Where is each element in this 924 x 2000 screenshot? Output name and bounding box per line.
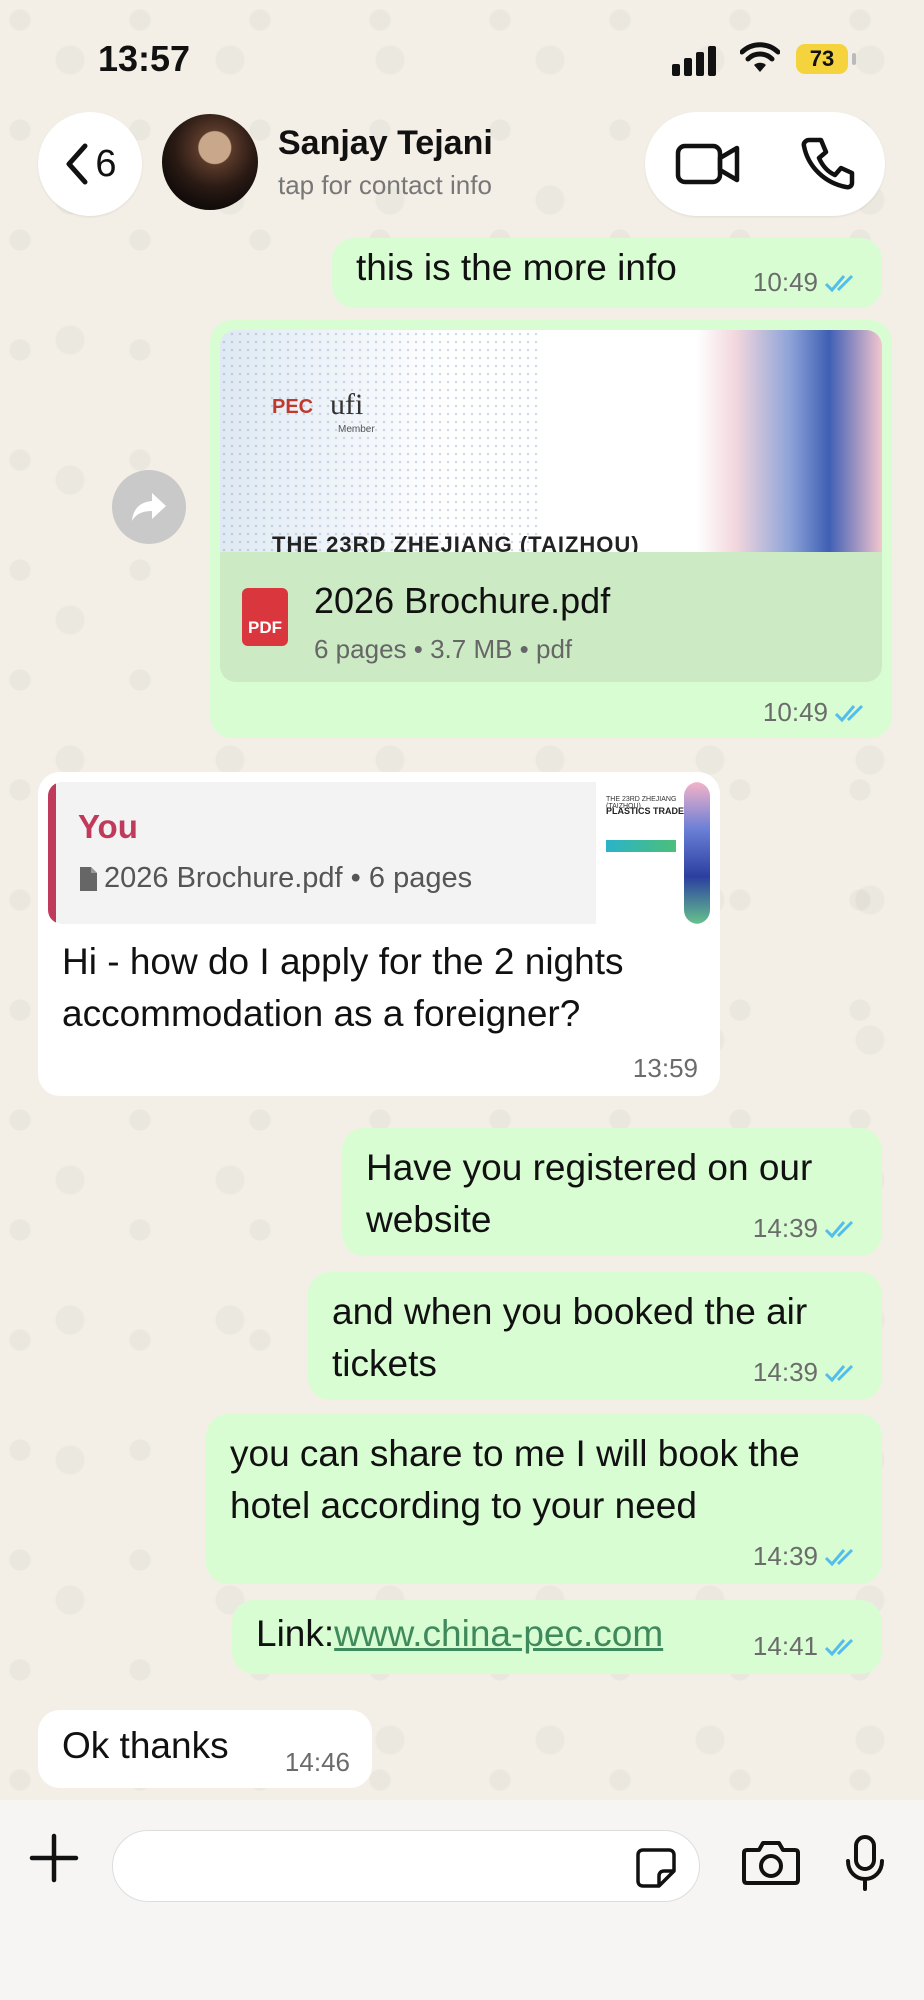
message-time: 10:49: [752, 267, 818, 297]
message-text-line-1: Have you registered on our: [366, 1147, 813, 1188]
message-text-line-1: you can share to me I will book the: [230, 1433, 800, 1474]
wifi-icon: [740, 42, 780, 72]
double-check-icon: [824, 1548, 854, 1566]
message-bubble-outgoing[interactable]: this is the more info 10:49: [332, 238, 882, 308]
preview-pattern: [220, 330, 540, 552]
message-bubble-incoming[interactable]: Ok thanks 14:46: [38, 1710, 372, 1788]
document-message[interactable]: PEC ufi Member THE 23RD ZHEJIANG (TAIZHO…: [210, 320, 892, 738]
message-text-line-2: accommodation as a foreigner?: [62, 993, 581, 1034]
message-time: 14:39: [752, 1541, 818, 1571]
document-icon: [80, 866, 97, 891]
message-input[interactable]: [112, 1830, 700, 1902]
camera-icon[interactable]: [742, 1838, 800, 1886]
phone-icon[interactable]: [801, 136, 855, 190]
quote-thumbnail: THE 23RD ZHEJIANG (TAIZHOU) PLASTICS TRA…: [596, 782, 710, 924]
microphone-icon[interactable]: [844, 1834, 886, 1892]
forward-arrow-icon: [132, 493, 166, 521]
status-time: 13:57: [98, 38, 191, 79]
message-text: this is the more info: [356, 247, 677, 288]
contact-name[interactable]: Sanjay Tejani: [278, 124, 493, 163]
message-meta: 14:39: [753, 1541, 860, 1572]
forward-button[interactable]: [112, 470, 186, 544]
document-name: 2026 Brochure.pdf: [314, 580, 611, 621]
pec-logo: PEC: [272, 396, 314, 418]
message-bubble-incoming[interactable]: You 2026 Brochure.pdf • 6 pages THE 23RD…: [38, 772, 720, 1096]
document-info[interactable]: PDF 2026 Brochure.pdf 6 pages • 3.7 MB •…: [220, 552, 882, 682]
contact-info-hint[interactable]: tap for contact info: [278, 170, 492, 201]
message-meta: 10:49: [753, 267, 860, 298]
ufi-logo: ufi: [330, 388, 364, 421]
message-text: Ok thanks: [62, 1725, 229, 1766]
message-bubble-outgoing[interactable]: Link:www.china-pec.com 14:41: [232, 1600, 882, 1674]
message-time: 14:41: [752, 1631, 818, 1661]
back-button[interactable]: 6: [38, 112, 142, 216]
message-time: 14:39: [752, 1213, 818, 1243]
ufi-member-label: Member: [338, 424, 375, 435]
cellular-signal-icon: [672, 46, 716, 76]
sticker-icon[interactable]: [635, 1847, 677, 1889]
battery-indicator: 73: [796, 44, 848, 74]
message-meta: 13:59: [633, 1053, 698, 1084]
plus-icon[interactable]: [28, 1832, 80, 1884]
message-meta: 14:41: [753, 1631, 860, 1662]
cover-title: THE 23RD ZHEJIANG (TAIZHOU): [272, 532, 640, 552]
message-text-line-1: and when you booked the air: [332, 1291, 808, 1332]
double-check-icon: [824, 1638, 854, 1656]
chevron-left-icon: [66, 143, 88, 185]
pdf-file-icon: PDF: [242, 588, 288, 646]
document-preview[interactable]: PEC ufi Member THE 23RD ZHEJIANG (TAIZHO…: [220, 330, 882, 552]
quote-file: 2026 Brochure.pdf • 6 pages: [78, 862, 472, 895]
thumb-swoosh: [684, 782, 710, 924]
message-text-line-2: tickets: [332, 1343, 437, 1384]
website-link[interactable]: www.china-pec.com: [334, 1613, 663, 1654]
message-bubble-outgoing[interactable]: Have you registered on our website 14:39: [342, 1128, 882, 1256]
message-time: 14:46: [284, 1747, 350, 1777]
message-input-bar: [0, 1800, 924, 2000]
message-bubble-outgoing[interactable]: and when you booked the air tickets 14:3…: [308, 1272, 882, 1400]
document-details: 6 pages • 3.7 MB • pdf: [314, 634, 573, 664]
quote-accent-bar: [48, 782, 56, 924]
quoted-message[interactable]: You 2026 Brochure.pdf • 6 pages THE 23RD…: [48, 782, 710, 924]
call-actions: [645, 112, 885, 216]
video-camera-icon[interactable]: [675, 140, 741, 188]
quote-author: You: [78, 808, 138, 845]
message-time: 13:59: [632, 1053, 698, 1083]
message-meta: 14:46: [285, 1747, 350, 1778]
quote-file-label: 2026 Brochure.pdf • 6 pages: [104, 862, 473, 894]
message-meta: 14:39: [753, 1213, 860, 1244]
double-check-icon: [824, 1364, 854, 1382]
message-text: Link:www.china-pec.com: [256, 1608, 663, 1660]
double-check-icon: [834, 704, 864, 722]
message-text-line-2: website: [366, 1199, 492, 1240]
message-meta: 10:49: [763, 697, 870, 728]
message-meta: 14:39: [753, 1357, 860, 1388]
double-check-icon: [824, 1220, 854, 1238]
thumb-date-strip: [606, 840, 676, 852]
link-prefix: Link:: [256, 1613, 335, 1654]
unread-count: 6: [95, 142, 117, 185]
double-check-icon: [824, 274, 854, 292]
battery-tip: [852, 53, 856, 65]
message-text-line-2: hotel according to your need: [230, 1485, 697, 1526]
message-time: 14:39: [752, 1357, 818, 1387]
message-bubble-outgoing[interactable]: you can share to me I will book the hote…: [206, 1414, 882, 1584]
contact-avatar[interactable]: [162, 114, 258, 210]
status-bar: 13:57 73: [0, 0, 924, 110]
message-time: 10:49: [762, 697, 828, 727]
message-text-line-1: Hi - how do I apply for the 2 nights: [62, 941, 624, 982]
